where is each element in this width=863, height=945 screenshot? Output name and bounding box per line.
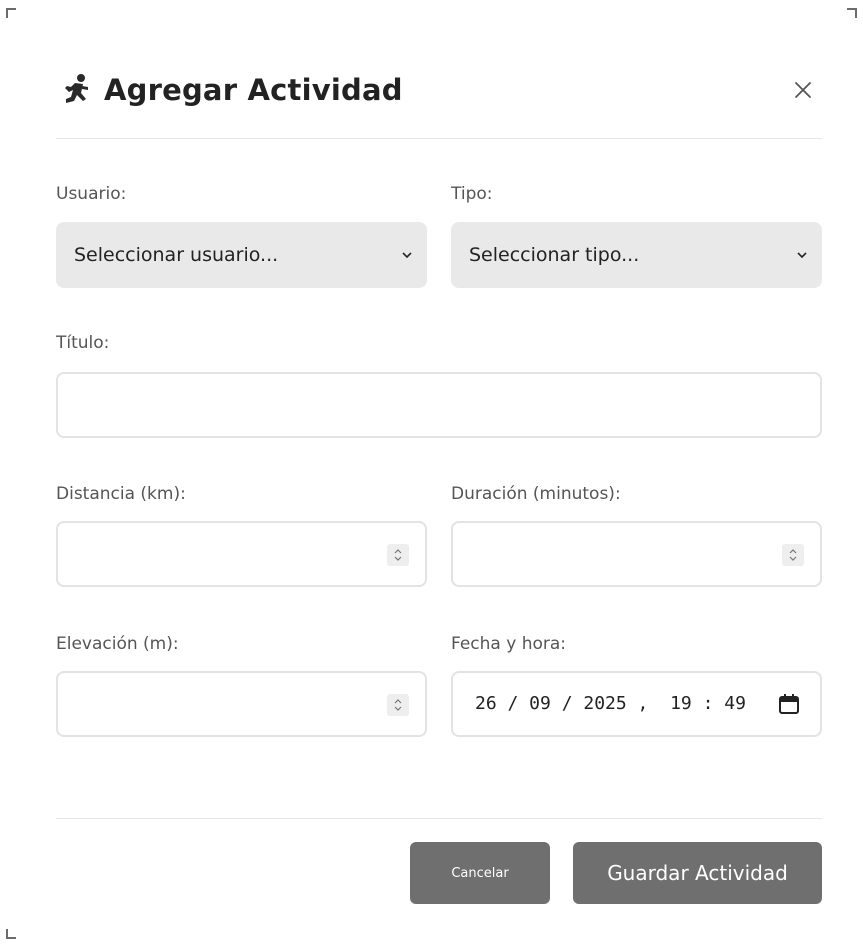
spinner-arrows-icon xyxy=(394,549,402,561)
titulo-input[interactable] xyxy=(56,372,822,438)
calendar-icon[interactable] xyxy=(778,693,800,715)
save-activity-button[interactable]: Guardar Actividad xyxy=(573,842,822,904)
elevacion-label: Elevación (m): xyxy=(56,634,179,654)
tipo-label: Tipo: xyxy=(451,184,493,204)
close-button[interactable] xyxy=(788,75,818,105)
chevron-down-icon xyxy=(794,247,810,263)
duracion-input[interactable] xyxy=(451,521,822,587)
spinner-arrows-icon xyxy=(789,549,797,561)
close-icon xyxy=(795,82,811,98)
usuario-label: Usuario: xyxy=(56,184,127,204)
modal-header: Agregar Actividad xyxy=(56,62,822,118)
window-corner-top-left xyxy=(6,8,16,18)
distancia-label: Distancia (km): xyxy=(56,484,186,504)
window-corner-bottom-left xyxy=(6,929,16,939)
add-activity-modal: Agregar Actividad Usuario: Seleccionar u… xyxy=(56,0,822,945)
distancia-input[interactable] xyxy=(56,521,427,587)
tipo-select[interactable]: Seleccionar tipo... xyxy=(451,222,822,288)
footer-divider xyxy=(56,818,822,819)
usuario-select[interactable]: Seleccionar usuario... xyxy=(56,222,427,288)
spinner-arrows-icon xyxy=(394,699,402,711)
usuario-select-value: Seleccionar usuario... xyxy=(74,244,279,266)
duracion-spinner[interactable] xyxy=(782,544,804,566)
elevacion-spinner[interactable] xyxy=(387,694,409,716)
fecha-label: Fecha y hora: xyxy=(451,634,567,654)
elevacion-input[interactable] xyxy=(56,671,427,737)
titulo-label: Título: xyxy=(56,333,110,353)
runner-icon xyxy=(56,70,96,110)
duracion-label: Duración (minutos): xyxy=(451,484,621,504)
tipo-select-value: Seleccionar tipo... xyxy=(469,244,640,266)
distancia-spinner[interactable] xyxy=(387,544,409,566)
fecha-value[interactable]: 26 / 09 / 2025 , 19 : 49 xyxy=(475,673,746,735)
chevron-down-icon xyxy=(399,247,415,263)
modal-title: Agregar Actividad xyxy=(104,73,403,107)
fecha-input[interactable]: 26 / 09 / 2025 , 19 : 49 xyxy=(451,671,822,737)
window-corner-top-right xyxy=(847,8,857,18)
modal-title-group: Agregar Actividad xyxy=(56,70,403,110)
cancel-button[interactable]: Cancelar xyxy=(410,842,550,904)
header-divider xyxy=(56,138,822,139)
